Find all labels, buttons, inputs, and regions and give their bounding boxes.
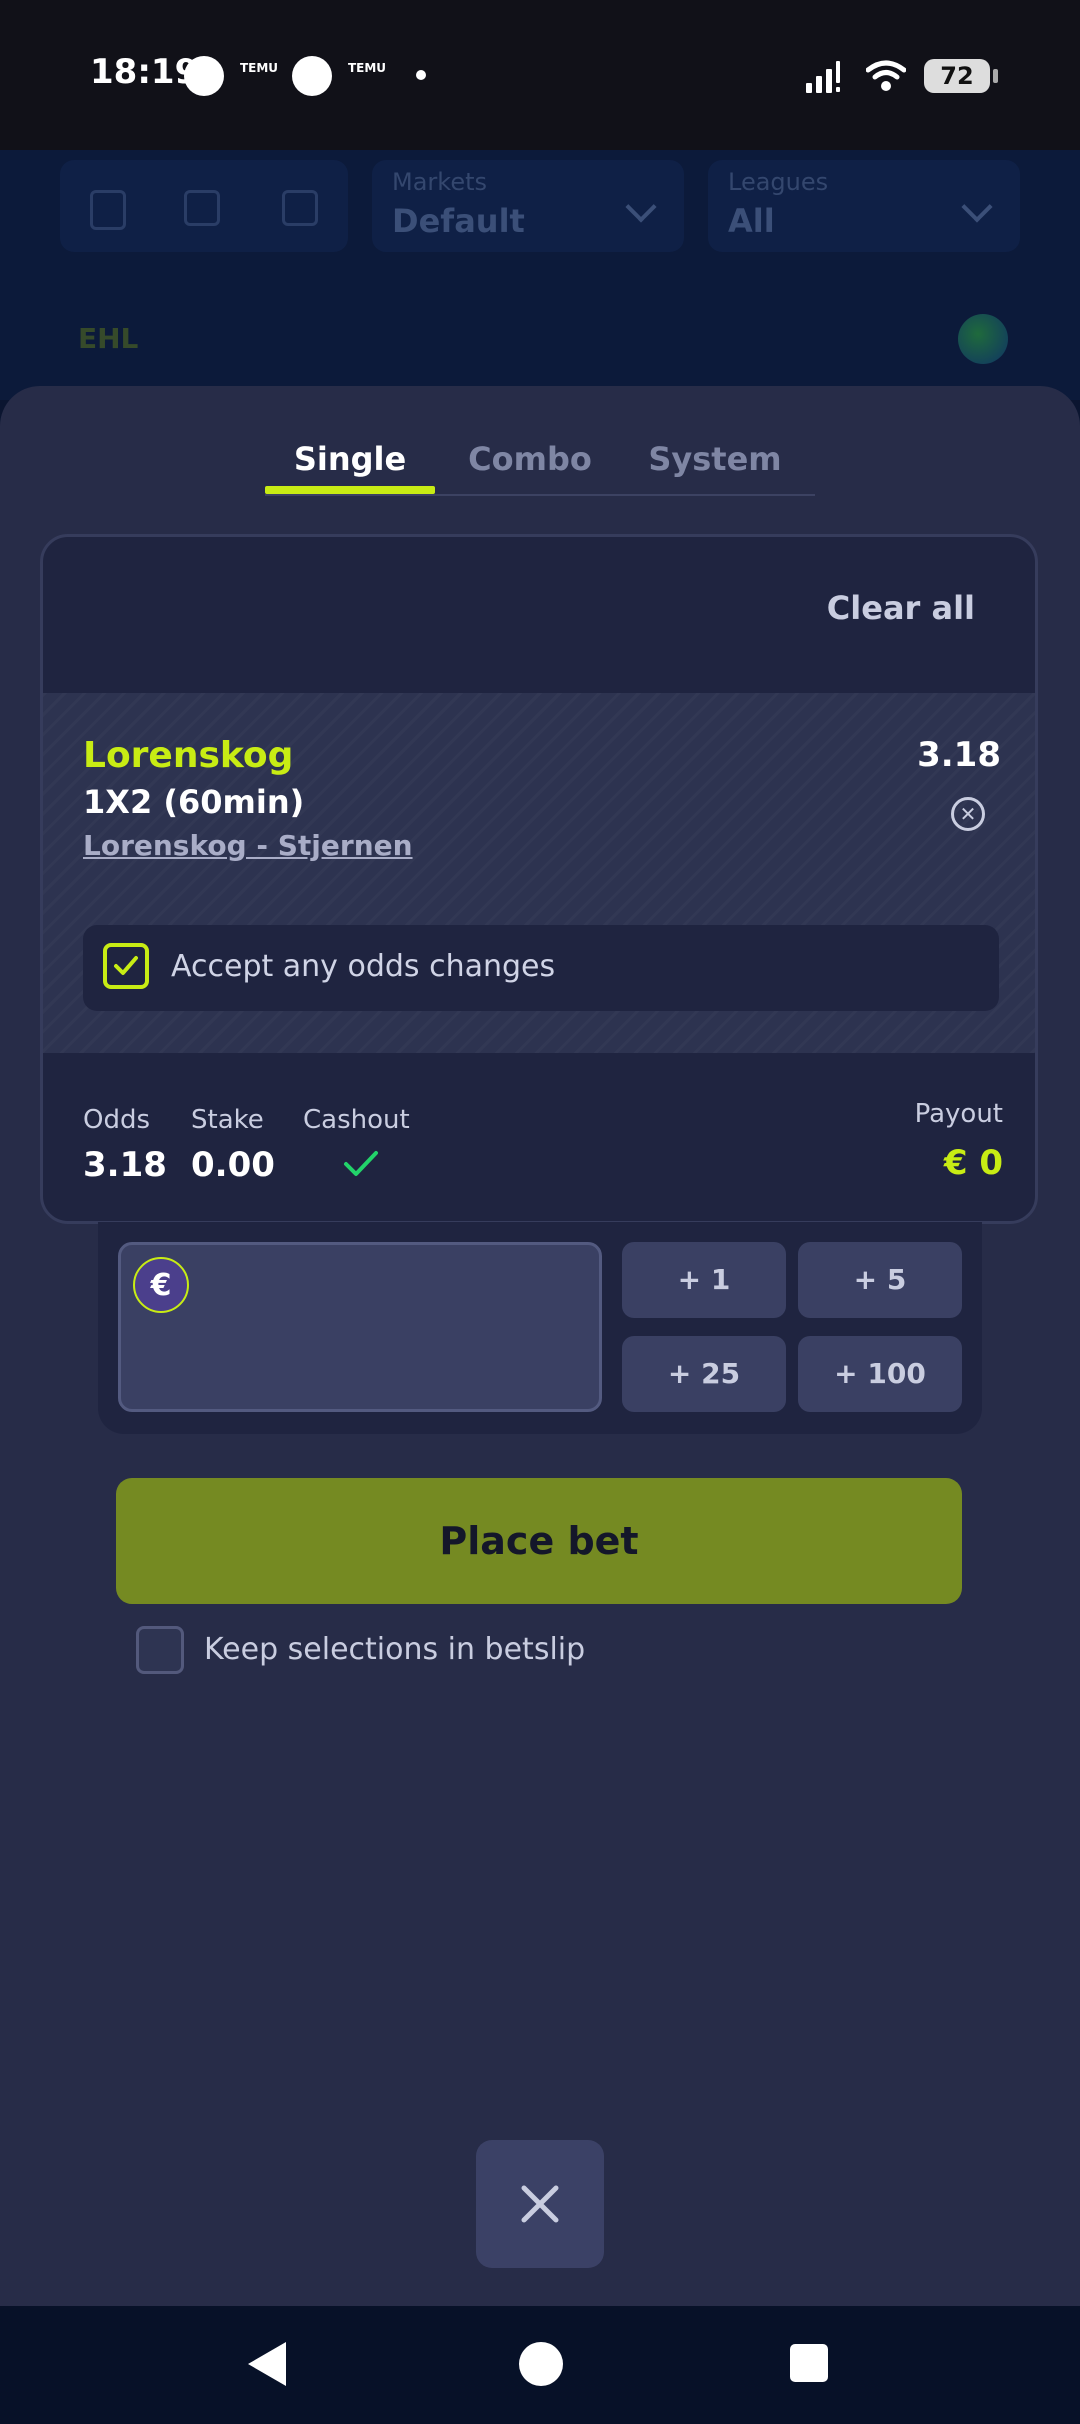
list-view-icon[interactable] <box>90 190 126 230</box>
remove-selection-icon[interactable]: ✕ <box>951 797 985 831</box>
league-name: EHL <box>78 322 139 355</box>
stake-entry: € + 1 + 5 + 25 + 100 <box>98 1222 982 1434</box>
close-betslip-button[interactable] <box>476 2140 604 2268</box>
place-bet-button[interactable]: Place bet <box>116 1478 962 1604</box>
more-notifications-icon <box>416 70 426 80</box>
temu-notification-icon: TEMU <box>239 61 279 75</box>
back-icon[interactable] <box>248 2342 286 2386</box>
euro-currency-icon: € <box>133 1257 189 1313</box>
grid-view-icon[interactable] <box>184 190 220 226</box>
keep-selections-checkbox[interactable] <box>136 1626 184 1674</box>
stake-label: Stake <box>191 1105 264 1135</box>
single-view-icon[interactable] <box>282 190 318 226</box>
wifi-icon <box>866 60 906 91</box>
tab-system[interactable]: System <box>635 434 795 494</box>
markets-value: Default <box>392 202 525 240</box>
chevron-down-icon <box>961 191 993 223</box>
markets-dropdown[interactable]: Markets Default <box>372 160 684 252</box>
globe-icon <box>958 314 1008 364</box>
selection-market: 1X2 (60min) <box>83 783 305 821</box>
leagues-dropdown[interactable]: Leagues All <box>708 160 1020 252</box>
selection-event-link[interactable]: Lorenskog - Stjernen <box>83 829 413 862</box>
active-tab-indicator <box>265 486 435 494</box>
stake-value: 0.00 <box>191 1145 275 1185</box>
notification-dot-icon <box>292 56 332 96</box>
status-time: 18:19 <box>90 52 199 92</box>
cashout-check-icon <box>344 1151 378 1176</box>
home-icon[interactable] <box>519 2342 563 2386</box>
accept-odds-changes[interactable]: Accept any odds changes <box>83 925 999 1011</box>
leagues-value: All <box>728 202 775 240</box>
signal-icon <box>806 61 840 93</box>
notification-dot-icon <box>184 56 224 96</box>
quick-stake-1-button[interactable]: + 1 <box>622 1242 786 1318</box>
quick-stake-100-button[interactable]: + 100 <box>798 1336 962 1412</box>
tab-combo[interactable]: Combo <box>455 434 605 494</box>
betslip-sheet: Single Combo System Clear all Lorenskog … <box>0 386 1080 2306</box>
odds-label: Odds <box>83 1105 151 1135</box>
status-bar: 18:19 TEMU TEMU 72 <box>0 0 1080 150</box>
background-page: Markets Default Leagues All EHL <box>0 150 1080 400</box>
temu-notification-icon: TEMU <box>347 61 387 75</box>
markets-label: Markets <box>392 168 488 196</box>
system-nav-bar <box>0 2306 1080 2424</box>
leagues-label: Leagues <box>728 168 829 196</box>
chevron-down-icon <box>625 191 657 223</box>
accept-odds-checkbox[interactable] <box>103 943 149 989</box>
bet-summary: Odds 3.18 Stake 0.00 Cashout Payout € 0 <box>43 1053 1035 1221</box>
payout-value: € 0 <box>943 1143 1003 1183</box>
stake-input[interactable]: € <box>118 1242 602 1412</box>
accept-odds-label: Accept any odds changes <box>171 949 556 984</box>
clear-all-button[interactable]: Clear all <box>827 589 975 627</box>
betslip-tabs: Single Combo System <box>265 434 815 496</box>
recent-apps-icon[interactable] <box>790 2344 828 2382</box>
battery-icon: 72 <box>924 59 998 93</box>
cashout-label: Cashout <box>303 1105 410 1135</box>
quick-stake-5-button[interactable]: + 5 <box>798 1242 962 1318</box>
payout-label: Payout <box>914 1099 1003 1129</box>
quick-stake-25-button[interactable]: + 25 <box>622 1336 786 1412</box>
tab-single[interactable]: Single <box>265 434 435 494</box>
odds-value: 3.18 <box>83 1145 167 1185</box>
selection-odds: 3.18 <box>917 735 1001 775</box>
selection-team: Lorenskog <box>83 735 294 776</box>
view-toggle[interactable] <box>60 160 348 252</box>
close-icon <box>521 2185 559 2223</box>
keep-selections-label: Keep selections in betslip <box>204 1632 586 1667</box>
bet-selection: Lorenskog 1X2 (60min) Lorenskog - Stjern… <box>43 693 1035 1053</box>
checkmark-icon <box>114 956 138 975</box>
betslip-card: Clear all Lorenskog 1X2 (60min) Lorensko… <box>40 534 1038 1224</box>
